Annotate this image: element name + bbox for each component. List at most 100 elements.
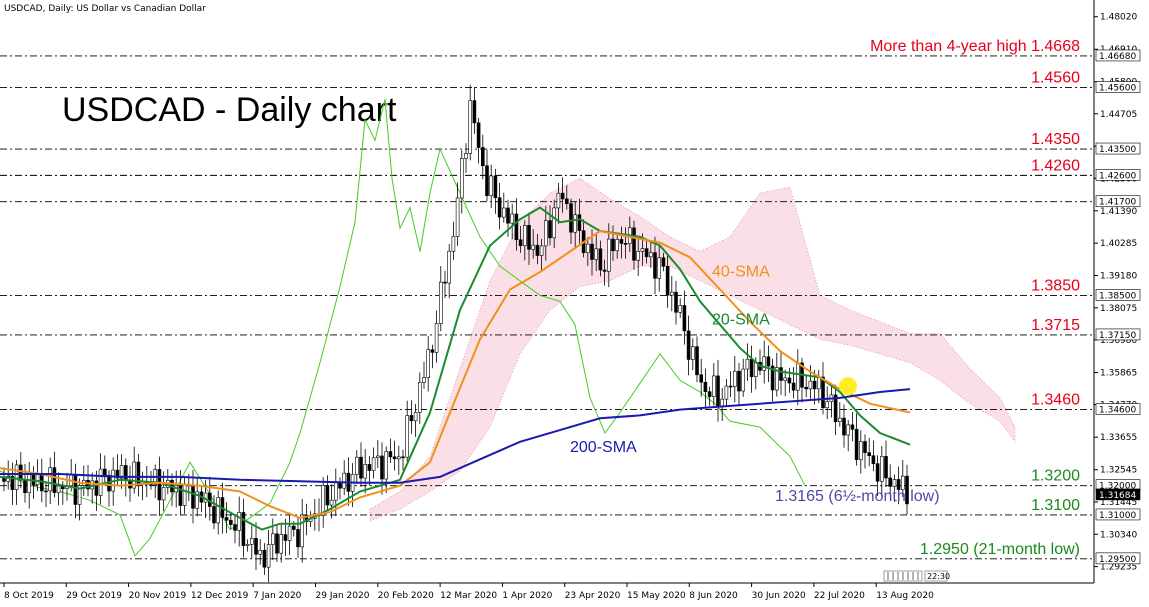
candle-body: [250, 538, 254, 545]
candle-body: [615, 239, 620, 252]
candle-body: [749, 358, 754, 378]
candle-body: [98, 468, 103, 496]
candle-body: [867, 452, 872, 457]
candle-body: [724, 385, 729, 400]
candle-body: [401, 456, 405, 459]
x-tick-label: 23 Apr 2020: [565, 591, 621, 601]
candle-body: [275, 533, 279, 554]
candle-body: [73, 474, 78, 505]
candle-body: [367, 464, 372, 471]
candle-body: [283, 534, 288, 541]
candle-body: [842, 417, 846, 436]
candle-body: [669, 291, 674, 296]
usdcad-daily-chart: USDCAD, Daily: US Dollar vs Canadian Dol…: [0, 0, 1149, 607]
candle-body: [300, 514, 305, 548]
level-box-label: 1.37150: [1099, 331, 1136, 341]
candle-body: [291, 525, 296, 530]
x-tick-label: 8 Jun 2020: [689, 591, 738, 601]
candle-body: [216, 497, 220, 524]
candle-body: [569, 203, 573, 233]
candle-body: [846, 424, 851, 436]
candle-body: [451, 236, 456, 252]
candle-body: [648, 252, 653, 258]
y-tick-label: 1.30340: [1100, 530, 1137, 540]
candle-body: [212, 506, 216, 524]
candle-body: [18, 464, 23, 481]
candle-body: [392, 456, 397, 460]
candle-body: [640, 248, 645, 252]
low-annotation: 1.3165 (6½-month low): [775, 488, 940, 505]
level-box-label: 1.41700: [1099, 198, 1136, 208]
candle-body: [766, 356, 771, 367]
level-label: 1.2950 (21-month low): [920, 541, 1080, 558]
candle-body: [485, 165, 489, 196]
y-tick-label: 1.40285: [1100, 239, 1137, 249]
level-label: More than 4-year high 1.4668: [870, 38, 1080, 55]
candle-body: [279, 534, 284, 554]
candle-body: [556, 192, 561, 209]
level-box-label: 1.31000: [1099, 511, 1136, 521]
candle-body: [707, 391, 712, 397]
series-label: 40-SMA: [712, 263, 770, 280]
candle-body: [606, 238, 611, 272]
level-box-label: 1.34600: [1099, 406, 1136, 416]
level-box-label: 1.38500: [1099, 291, 1136, 301]
level-label: 1.3715: [1031, 317, 1080, 334]
candle-body: [480, 147, 485, 167]
toolbar-time-icon: 22:30: [927, 572, 950, 581]
candle-body: [732, 370, 737, 387]
candle-body: [191, 485, 195, 509]
candle-body: [703, 381, 708, 392]
candle-body: [720, 398, 725, 407]
candle-body: [161, 487, 166, 501]
candle-body: [375, 455, 380, 459]
candle-body: [632, 227, 636, 261]
candle-body: [737, 370, 741, 392]
candle-body: [380, 455, 384, 480]
y-tick-label: 1.33655: [1100, 433, 1137, 443]
candle-body: [254, 538, 258, 555]
candle-body: [262, 549, 267, 568]
candle-body: [417, 382, 422, 413]
candle-body: [258, 549, 263, 555]
candle-body: [438, 281, 443, 324]
candle-body: [657, 257, 662, 279]
candle-body: [14, 464, 19, 491]
candle-body: [585, 243, 590, 254]
level-label: 1.3850: [1031, 277, 1080, 294]
candle-body: [611, 238, 615, 252]
candle-body: [888, 477, 893, 487]
candle-body: [434, 323, 439, 353]
candle-body: [464, 153, 468, 159]
candle-body: [779, 367, 783, 381]
crossover-highlight: [839, 377, 857, 396]
x-tick-label: 13 Aug 2020: [876, 591, 934, 601]
candle-body: [821, 376, 825, 409]
candle-body: [682, 305, 687, 332]
candle-body: [233, 524, 237, 531]
candle-body: [459, 158, 464, 199]
candle-body: [333, 481, 338, 501]
candle-body: [539, 245, 544, 256]
candle-body: [850, 424, 855, 430]
candle-body: [56, 485, 61, 493]
toolbar-icons: 22:30: [883, 570, 950, 582]
candle-body: [224, 517, 229, 521]
candle-body: [573, 214, 578, 233]
candle-body: [510, 213, 515, 224]
x-tick-label: 8 Oct 2019: [4, 591, 54, 601]
candle-body: [329, 499, 334, 506]
x-tick-label: 30 Jun 2020: [752, 591, 806, 601]
level-label: 1.4260: [1031, 157, 1080, 174]
candle-body: [270, 533, 275, 545]
level-box-label: 1.43500: [1099, 145, 1136, 155]
candle-body: [745, 358, 750, 370]
candle-body: [27, 472, 32, 494]
candle-body: [678, 305, 683, 313]
candle-body: [577, 214, 582, 231]
candle-body: [35, 473, 40, 485]
candle-body: [514, 213, 519, 241]
x-tick-label: 22 Jul 2020: [814, 591, 865, 601]
candle-body: [598, 248, 603, 271]
candle-body: [422, 377, 426, 383]
